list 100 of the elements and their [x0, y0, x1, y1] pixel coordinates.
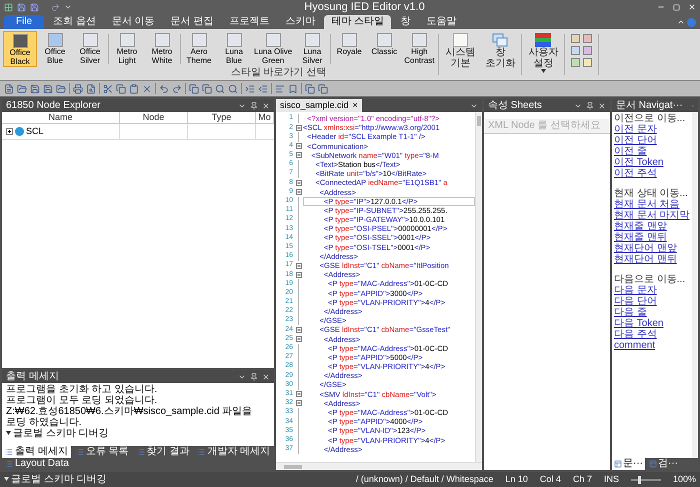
fold-toggle-icon[interactable]	[296, 400, 302, 406]
copy-icon[interactable]	[116, 84, 126, 94]
nav-link[interactable]: 현재단어 맨앞	[614, 243, 690, 254]
clipboard-icon[interactable]	[129, 84, 139, 94]
folder-icon[interactable]	[56, 84, 66, 94]
copy-icon[interactable]	[189, 84, 199, 94]
ribbon-tab[interactable]: 조회 옵션	[46, 15, 103, 29]
panel-tab[interactable]: 찾기 결과	[134, 446, 192, 458]
close-icon[interactable]	[262, 102, 270, 110]
fold-toggle-icon[interactable]	[296, 152, 302, 158]
nav-link[interactable]: 이전 주석	[614, 168, 690, 179]
zoom-thumb[interactable]	[638, 476, 642, 484]
save-icon[interactable]	[30, 2, 39, 12]
save-icon[interactable]	[30, 84, 40, 94]
redo-icon[interactable]	[51, 2, 60, 12]
panel-tab[interactable]: 오류 목록	[72, 446, 132, 458]
search-icon[interactable]	[228, 84, 238, 94]
column-header[interactable]: Mo	[256, 112, 274, 123]
nav-link[interactable]: 다음 Token	[614, 318, 690, 329]
fold-toggle-icon[interactable]	[296, 124, 302, 131]
nav-link[interactable]: 현재 문서 마지막	[614, 210, 690, 221]
ribbon-tab[interactable]: 문서 이동	[104, 15, 162, 29]
theme-button[interactable]: High Contrast	[402, 31, 436, 67]
panel-tab[interactable]: 개발자 메세지	[194, 446, 274, 458]
theme-button[interactable]: Metro White	[145, 31, 179, 67]
theme-button[interactable]: Royale	[332, 31, 366, 67]
color-swatch[interactable]	[583, 34, 592, 43]
nav-link[interactable]: 현재줄 맨앞	[614, 221, 690, 232]
nav-link[interactable]: 다음 단어	[614, 296, 690, 307]
theme-button[interactable]: Luna Olive Green	[252, 31, 294, 67]
search-icon[interactable]	[215, 84, 225, 94]
nav-link[interactable]: 현재 문서 처음	[614, 199, 690, 210]
maximize-icon[interactable]	[673, 4, 680, 10]
fold-toggle-icon[interactable]	[296, 143, 302, 150]
nav-link[interactable]: 현재줄 맨뒤	[614, 232, 690, 243]
ribbon-button[interactable]: 시스템 기본	[441, 31, 480, 78]
theme-button[interactable]: Classic	[367, 31, 402, 67]
fold-toggle-icon[interactable]	[296, 180, 302, 186]
theme-button[interactable]: Luna Blue	[217, 31, 251, 67]
collapse-icon[interactable]	[677, 18, 685, 26]
column-header[interactable]: Node	[120, 112, 188, 123]
ribbon-button[interactable]: 창 초기화	[481, 31, 520, 78]
ribbon-tab[interactable]: 도움말	[419, 15, 464, 29]
fold-toggle-icon[interactable]	[296, 391, 302, 398]
fold-toggle-icon[interactable]	[296, 189, 302, 196]
nav-link[interactable]: 다음 문자	[614, 285, 690, 296]
ribbon-tab[interactable]: 문서 편집	[164, 15, 220, 29]
copy-icon[interactable]	[202, 84, 212, 94]
nav-link[interactable]: comment	[614, 340, 690, 351]
triangle-icon[interactable]	[6, 431, 11, 436]
close-icon[interactable]	[598, 102, 606, 110]
triangle-icon[interactable]	[540, 69, 546, 74]
expand-toggle[interactable]	[6, 128, 13, 135]
nav-link[interactable]: 이전 Token	[614, 157, 690, 168]
panel-tab[interactable]: 출력 메세지	[2, 446, 71, 458]
fold-toggle-icon[interactable]	[296, 272, 302, 278]
ribbon-tab[interactable]: 스키마	[278, 15, 322, 29]
column-header[interactable]: Type	[188, 112, 256, 123]
color-swatch[interactable]	[571, 58, 580, 67]
nav-link[interactable]: 현재단어 맨뒤	[614, 254, 690, 265]
color-swatch[interactable]	[571, 46, 580, 55]
nav-link[interactable]: 이전 단어	[614, 135, 690, 146]
outdent-icon[interactable]	[258, 84, 268, 94]
fold-toggle-icon[interactable]	[296, 326, 302, 333]
horizontal-scrollbar[interactable]	[276, 462, 482, 470]
delete-icon[interactable]	[142, 84, 152, 94]
tab-close-button[interactable]: ×	[352, 101, 358, 110]
nav-link[interactable]: 이전 줄	[614, 146, 690, 157]
copy-icon[interactable]	[305, 84, 315, 94]
panel-tab[interactable]: Layout Data	[2, 458, 72, 470]
undo-icon[interactable]	[159, 84, 169, 94]
color-swatch[interactable]	[571, 34, 580, 43]
theme-button[interactable]: Metro Light	[110, 31, 144, 67]
scissors-icon[interactable]	[103, 84, 113, 94]
printer-icon[interactable]	[73, 84, 83, 94]
theme-button[interactable]: Office Black	[3, 31, 37, 67]
close-icon[interactable]	[262, 372, 270, 380]
ribbon-tab[interactable]: File	[4, 15, 44, 29]
panel-tab[interactable]: 문···	[612, 458, 645, 470]
color-swatch[interactable]	[583, 46, 592, 55]
ribbon-tab[interactable]: 프로젝트	[222, 15, 276, 29]
color-swatch[interactable]	[583, 58, 592, 67]
ribbon-button[interactable]: 사용자 설정	[524, 31, 562, 78]
save-icon[interactable]	[17, 2, 26, 12]
ribbon-tab[interactable]: 창	[393, 15, 418, 29]
document-icon[interactable]	[4, 84, 14, 94]
nav-link[interactable]: 이전 문자	[614, 124, 690, 135]
save-icon[interactable]	[43, 84, 53, 94]
nav-link[interactable]: 다음 주석	[614, 329, 690, 340]
theme-button[interactable]: Office Silver	[73, 31, 107, 67]
folder-icon[interactable]	[17, 84, 27, 94]
indent-icon[interactable]	[245, 84, 255, 94]
editor-tab[interactable]: sisco_sample.cid ×	[276, 99, 362, 112]
align-left-icon[interactable]	[275, 84, 285, 94]
copy-icon[interactable]	[318, 84, 328, 94]
fold-toggle-icon[interactable]	[296, 336, 302, 342]
theme-button[interactable]: Aero Theme	[182, 31, 216, 67]
file-search-icon[interactable]	[86, 84, 96, 94]
node-name[interactable]: SCL	[26, 124, 44, 138]
ribbon-tab[interactable]: 테마 스타일	[324, 15, 392, 29]
